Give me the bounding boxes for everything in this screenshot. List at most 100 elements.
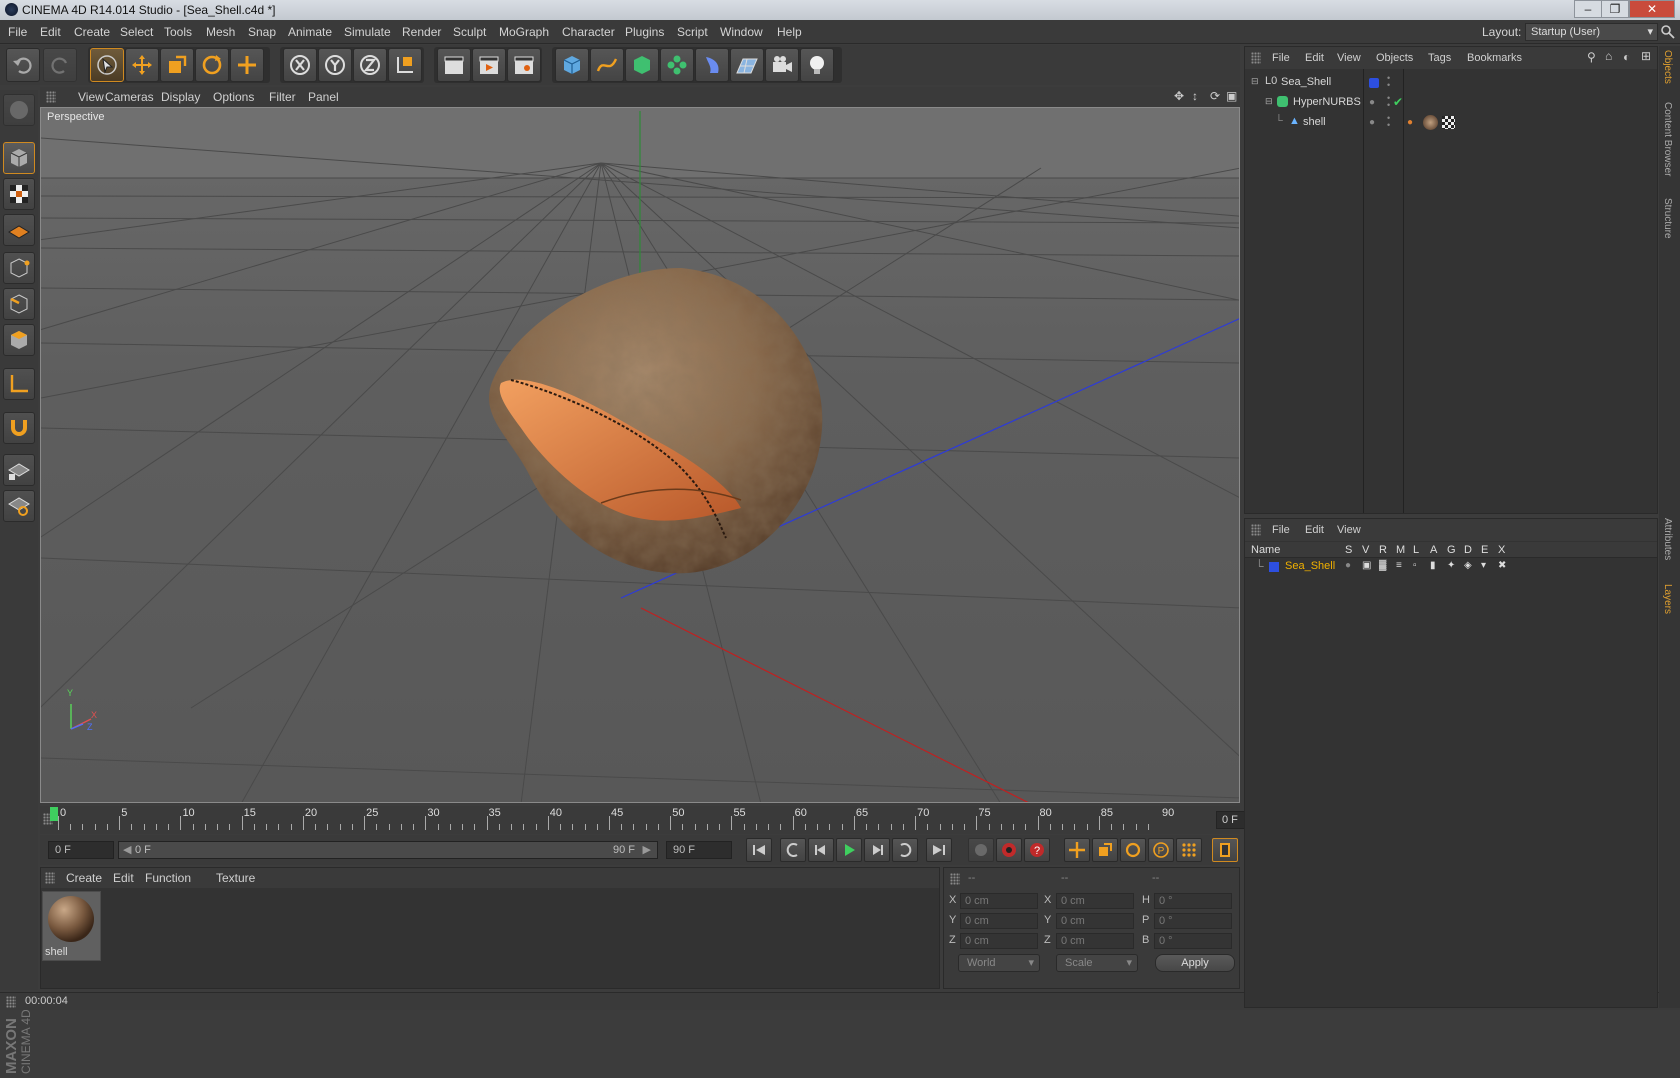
- layer-flag-toggle[interactable]: ◈: [1464, 560, 1472, 571]
- make-editable-button[interactable]: [3, 94, 35, 126]
- material-item[interactable]: shell: [42, 891, 101, 961]
- enabled-check-icon[interactable]: ✔: [1393, 95, 1403, 109]
- record-scale-button[interactable]: [1092, 838, 1118, 862]
- rotate-button[interactable]: [195, 48, 229, 82]
- object-menu-edit[interactable]: Edit: [1305, 52, 1324, 64]
- object-menu-objects[interactable]: Objects: [1376, 52, 1413, 64]
- previous-keyframe-button[interactable]: [780, 838, 806, 862]
- tab-attributes[interactable]: Attributes: [1662, 518, 1673, 560]
- transform-mode-select[interactable]: Scale ▾: [1056, 954, 1138, 972]
- visibility-dots[interactable]: • •: [1387, 74, 1390, 90]
- size-y-field[interactable]: 0 cm: [1056, 913, 1134, 929]
- object-menu-view[interactable]: View: [1337, 52, 1361, 64]
- y-axis-lock-button[interactable]: [318, 48, 352, 82]
- axis-mode-button[interactable]: [3, 368, 35, 400]
- add-spline-button[interactable]: [590, 48, 624, 82]
- layer-flag-toggle[interactable]: ●: [1345, 560, 1351, 571]
- restore-button[interactable]: ❐: [1601, 0, 1629, 18]
- layer-menu-edit[interactable]: Edit: [1305, 524, 1324, 536]
- add-deformer-button[interactable]: [695, 48, 729, 82]
- add-mograph-button[interactable]: [660, 48, 694, 82]
- viewport-menu-filter[interactable]: Filter: [269, 90, 296, 104]
- new-panel-icon[interactable]: ⊞: [1641, 49, 1651, 63]
- viewport-menu-display[interactable]: Display: [161, 90, 200, 104]
- menu-character[interactable]: Character: [562, 25, 615, 39]
- max-time-field[interactable]: 90 F: [666, 841, 732, 859]
- edges-mode-button[interactable]: [3, 288, 35, 320]
- visibility-dot[interactable]: ●: [1369, 117, 1375, 128]
- menu-tools[interactable]: Tools: [164, 25, 192, 39]
- size-z-field[interactable]: 0 cm: [1056, 933, 1134, 949]
- workplane-mode-button[interactable]: [3, 214, 35, 246]
- pos-y-field[interactable]: 0 cm: [960, 913, 1038, 929]
- timeline-ruler[interactable]: 0 5 10 15 20 25 30 35 40 45 50 55 60 65 70 75 80 85 90 0 F: [40, 806, 1278, 834]
- layer-row-sea-shell[interactable]: └ Sea_Shell ● ▣ ▓ ≡ ▫ ▮ ✦ ◈ ▾ ✖: [1245, 559, 1657, 575]
- render-settings-button[interactable]: [507, 48, 541, 82]
- pos-x-field[interactable]: 0 cm: [960, 893, 1038, 909]
- menu-window[interactable]: Window: [720, 25, 763, 39]
- viewport-menu-panel[interactable]: Panel: [308, 90, 339, 104]
- points-mode-button[interactable]: [3, 252, 35, 284]
- autokeying-button[interactable]: [996, 838, 1022, 862]
- layer-flag-toggle[interactable]: ≡: [1396, 560, 1402, 571]
- redo-button[interactable]: [43, 48, 77, 82]
- search-icon[interactable]: ⚲: [1587, 50, 1596, 64]
- next-frame-button[interactable]: [864, 838, 890, 862]
- add-environment-button[interactable]: [730, 48, 764, 82]
- tab-layers[interactable]: Layers: [1662, 584, 1673, 614]
- menu-script[interactable]: Script: [677, 25, 708, 39]
- pos-z-field[interactable]: 0 cm: [960, 933, 1038, 949]
- undo-button[interactable]: [6, 48, 40, 82]
- search-icon[interactable]: [1660, 24, 1676, 40]
- apply-button[interactable]: Apply: [1155, 954, 1235, 972]
- rot-h-field[interactable]: 0 °: [1154, 893, 1232, 909]
- layer-name[interactable]: Sea_Shell: [1285, 560, 1335, 572]
- coordinate-mode-select[interactable]: World ▾: [958, 954, 1040, 972]
- material-menu-edit[interactable]: Edit: [113, 871, 134, 885]
- material-tag-icon[interactable]: [1423, 115, 1438, 130]
- add-camera-button[interactable]: [765, 48, 799, 82]
- layer-menu-view[interactable]: View: [1337, 524, 1361, 536]
- viewport-menu-options[interactable]: Options: [213, 90, 254, 104]
- menu-animate[interactable]: Animate: [288, 25, 332, 39]
- uvw-tag-icon[interactable]: [1442, 116, 1455, 129]
- object-menu-file[interactable]: File: [1272, 52, 1290, 64]
- minimize-button[interactable]: –: [1574, 0, 1602, 18]
- object-row-shell[interactable]: └ ▲ shell ● • • ●: [1245, 113, 1657, 133]
- layer-color-swatch[interactable]: [1369, 78, 1379, 88]
- layer-flag-toggle[interactable]: ▫: [1413, 560, 1417, 571]
- menu-mograph[interactable]: MoGraph: [499, 25, 549, 39]
- render-view-button[interactable]: [437, 48, 471, 82]
- menu-select[interactable]: Select: [120, 25, 153, 39]
- planar-workplane-button[interactable]: [3, 490, 35, 522]
- polygons-mode-button[interactable]: [3, 324, 35, 356]
- texture-mode-button[interactable]: [3, 178, 35, 210]
- move-button[interactable]: [125, 48, 159, 82]
- timeline-button[interactable]: [1212, 838, 1238, 862]
- object-row-sea-shell[interactable]: ⊟ L0 Sea_Shell • •: [1245, 73, 1657, 93]
- material-menu-create[interactable]: Create: [66, 871, 102, 885]
- viewport-menu-view[interactable]: View: [78, 90, 104, 104]
- tab-structure[interactable]: Structure: [1662, 198, 1673, 239]
- menu-render[interactable]: Render: [402, 25, 441, 39]
- object-menu-tags[interactable]: Tags: [1428, 52, 1451, 64]
- phong-tag-icon[interactable]: ●: [1407, 117, 1413, 128]
- go-to-end-button[interactable]: [926, 838, 952, 862]
- record-active-objects-button[interactable]: [968, 838, 994, 862]
- min-time-field[interactable]: 0 F: [48, 841, 114, 859]
- tab-content-browser[interactable]: Content Browser: [1662, 102, 1673, 176]
- layer-flag-toggle[interactable]: ✦: [1447, 560, 1455, 571]
- keyframe-selection-button[interactable]: ?: [1024, 838, 1050, 862]
- workplane-lock-button[interactable]: [3, 454, 35, 486]
- home-icon[interactable]: ⌂: [1605, 49, 1612, 63]
- object-row-hypernurbs[interactable]: ⊟ HyperNURBS ● • • ✔: [1245, 93, 1657, 113]
- add-light-button[interactable]: [800, 48, 834, 82]
- menu-sculpt[interactable]: Sculpt: [453, 25, 486, 39]
- coordinate-system-button[interactable]: [388, 48, 422, 82]
- model-mode-button[interactable]: [3, 142, 35, 174]
- toggle-view-icon[interactable]: ▣: [1226, 89, 1237, 103]
- menu-file[interactable]: File: [8, 25, 27, 39]
- close-button[interactable]: ✕: [1629, 0, 1675, 18]
- layer-flag-toggle[interactable]: ✖: [1498, 560, 1506, 571]
- zoom-view-icon[interactable]: ↕: [1192, 89, 1198, 103]
